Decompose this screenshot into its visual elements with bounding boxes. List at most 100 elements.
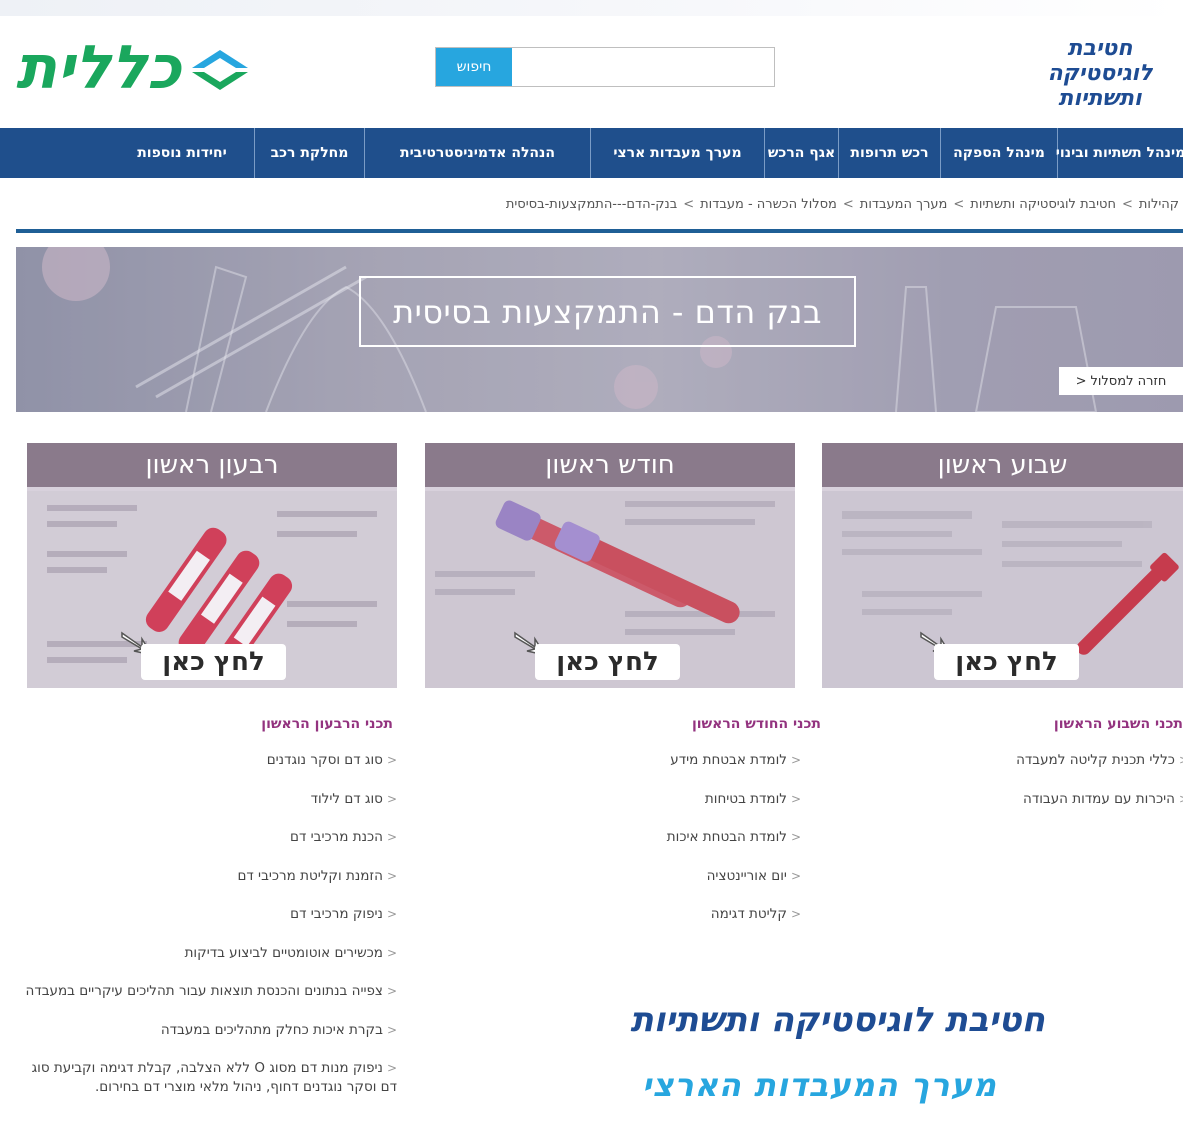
nav-item-supply[interactable]: מינהל הספקה (940, 128, 1057, 178)
list-item-label: היכרות עם עמדות העבודה (1023, 790, 1175, 807)
card-first-week[interactable]: שבוע ראשון לחץ כאן (822, 443, 1183, 688)
breadcrumb-separator-icon: > (953, 197, 965, 212)
list-item[interactable]: <הזמנת וקליטת מרכיבי דם (21, 867, 397, 886)
month-contents-title: תכני החודש הראשון (691, 716, 821, 732)
breadcrumb-item[interactable]: חטיבת לוגיסטיקה ותשתיות (970, 197, 1116, 212)
back-to-track-button[interactable]: חזרה למסלול < (1059, 367, 1183, 395)
list-item-label: מכשירים אוטומטיים לביצוע בדיקות (184, 944, 383, 961)
card-first-month[interactable]: חודש ראשון לחץ כאן (425, 443, 795, 688)
chevron-left-icon: < (790, 753, 801, 767)
list-item-label: הזמנת וקליטת מרכיבי דם (237, 867, 383, 884)
card-heading: שבוע ראשון (822, 443, 1183, 487)
chevron-left-icon: < (386, 830, 397, 844)
list-item-label: בקרת איכות כחלק מתהליכים במעבדה (160, 1021, 383, 1038)
division-footer-title: חטיבת לוגיסטיקה ותשתיות (630, 1000, 1045, 1040)
breadcrumb-separator-icon: > (683, 197, 695, 212)
chevron-left-icon: < (386, 1061, 397, 1075)
breadcrumb-separator-icon: > (842, 197, 854, 212)
header-divider (16, 229, 1183, 233)
breadcrumb-item[interactable]: מערך המעבדות (860, 197, 948, 212)
list-item-label: כללי תכנית קליטה למעבדה (1016, 752, 1175, 768)
breadcrumb-item[interactable]: קהילות (1139, 197, 1179, 212)
list-item[interactable]: <הכנת מרכיבי דם (21, 828, 397, 847)
list-item-label: קליטת דגימה (710, 906, 787, 922)
list-item[interactable]: <מכשירים אוטומטיים לביצוע בדיקות (21, 944, 397, 963)
breadcrumb-separator-icon: > (1121, 197, 1133, 212)
list-item[interactable]: <צפייה בנתונים והכנסת תוצאות עבור תהליכי… (21, 982, 398, 1001)
search-box: חיפוש (435, 47, 775, 87)
clalit-logo[interactable]: כללית (16, 32, 251, 104)
chevron-left-icon: < (386, 945, 397, 960)
clalit-arrows-icon (192, 50, 248, 90)
breadcrumb: קהילות > חטיבת לוגיסטיקה ותשתיות > מערך המעב… (506, 197, 1179, 212)
chevron-left-icon: < (386, 907, 397, 921)
list-item-label: ניפוק מנות דם מסוג O ללא הצלבה, קבלת דגי… (31, 1060, 397, 1095)
click-here-button[interactable]: לחץ כאן (141, 644, 286, 680)
nav-item-infrastructure[interactable]: מינהל תשתיות ובינוי (1056, 128, 1183, 178)
clalit-logo-text: כללית (16, 33, 182, 103)
card-first-quarter[interactable]: רבעון ראשון לחץ כאן (27, 443, 397, 688)
chevron-left-icon: < (386, 984, 397, 998)
search-button[interactable]: חיפוש (436, 48, 512, 86)
week-contents-title: תכני השבוע הראשון (1053, 716, 1183, 732)
chevron-left-icon: < (1075, 373, 1087, 389)
search-input[interactable] (514, 48, 772, 86)
breadcrumb-item[interactable]: מסלול הכשרה - מעבדות (700, 197, 837, 212)
chevron-left-icon: < (1179, 753, 1183, 767)
list-item-label: סוג דם לילוד (310, 790, 383, 807)
chevron-left-icon: < (386, 868, 397, 883)
list-item-label: לומדת בטיחות (704, 790, 787, 807)
list-item[interactable]: < כללי תכנית קליטה למעבדה (1016, 751, 1183, 770)
hero-banner: בנק הדם - התמקצעות בסיסית חזרה למסלול < (16, 247, 1183, 412)
nav-item-procurement[interactable]: אגף הרכש (764, 128, 838, 178)
list-item-label: הכנת מרכיבי דם (290, 829, 383, 845)
chevron-left-icon: < (790, 868, 801, 883)
nav-item-vehicles[interactable]: מחלקת רכב (254, 128, 364, 178)
list-item[interactable]: <בקרת איכות כחלק מתהליכים במעבדה (21, 1021, 397, 1040)
month-contents-list: <לומדת אבטחת מידע <לומדת בטיחות <לומדת ה… (667, 751, 801, 944)
list-item[interactable]: < היכרות עם עמדות העבודה (1016, 790, 1183, 809)
card-heading: רבעון ראשון (27, 443, 397, 487)
list-item[interactable]: <סוג דם וסקר נוגדנים (21, 751, 397, 770)
click-here-button[interactable]: לחץ כאן (934, 644, 1079, 680)
week-contents-list: < כללי תכנית קליטה למעבדה < היכרות עם עמדו… (1016, 751, 1183, 828)
division-logo[interactable]: חטיבת לוגיסטיקה ותשתיות (1035, 36, 1165, 111)
top-gradient-bar (0, 0, 1183, 16)
division-logo-line-3: ותשתיות (1058, 86, 1142, 111)
chevron-left-icon: < (386, 791, 397, 806)
list-item[interactable]: <ניפוק מנות דם מסוג O ללא הצלבה, קבלת דג… (21, 1059, 397, 1097)
hero-title: בנק הדם - התמקצעות בסיסית (359, 276, 856, 347)
nav-item-more-units[interactable]: יחידות נוספות (110, 128, 254, 178)
chevron-left-icon: < (386, 1022, 397, 1037)
quarter-contents-list: <סוג דם וסקר נוגדנים <סוג דם לילוד <הכנת… (21, 751, 398, 1117)
nav-item-drug-procurement[interactable]: רכש תרופות (838, 128, 940, 178)
list-item-label: לומדת אבטחת מידע (670, 752, 787, 768)
chevron-left-icon: < (790, 907, 801, 921)
labs-footer-title: מערך המעבדות הארצי (642, 1066, 997, 1104)
list-item-label: ניפוק מרכיבי דם (290, 906, 383, 922)
nav-item-administration[interactable]: הנהלה אדמיניסטרטיבית (364, 128, 590, 178)
list-item[interactable]: <ניפוק מרכיבי דם (21, 905, 397, 924)
list-item-label: סוג דם וסקר נוגדנים (266, 752, 383, 768)
list-item[interactable]: <לומדת בטיחות (667, 790, 801, 809)
chevron-left-icon: < (386, 753, 397, 767)
list-item[interactable]: <יום אוריינטציה (667, 867, 801, 886)
card-heading: חודש ראשון (425, 443, 795, 487)
list-item[interactable]: <לומדת הבטחת איכות (667, 828, 801, 847)
list-item-label: צפייה בנתונים והכנסת תוצאות עבור תהליכים… (25, 983, 383, 999)
division-logo-line-1: חטיבת (1067, 36, 1133, 61)
list-item[interactable]: <סוג דם לילוד (21, 790, 397, 809)
list-item[interactable]: <קליטת דגימה (667, 905, 801, 924)
list-item-label: יום אוריינטציה (706, 867, 787, 884)
nav-item-labs[interactable]: מערך מעבדות ארצי (590, 128, 764, 178)
list-item[interactable]: <לומדת אבטחת מידע (667, 751, 801, 770)
breadcrumb-item[interactable]: בנק-הדם---התמקצעות-בסיסית (506, 197, 677, 212)
chevron-left-icon: < (790, 791, 801, 806)
list-item-label: לומדת הבטחת איכות (666, 829, 787, 845)
chevron-left-icon: < (1179, 792, 1183, 806)
main-nav: מינהל תשתיות ובינוי מינהל הספקה רכש תרופ… (0, 128, 1183, 178)
division-logo-line-2: לוגיסטיקה (1047, 61, 1153, 86)
click-here-button[interactable]: לחץ כאן (535, 644, 680, 680)
back-button-label: חזרה למסלול (1090, 373, 1167, 389)
quarter-contents-title: תכני הרבעון הראשון (261, 716, 393, 732)
